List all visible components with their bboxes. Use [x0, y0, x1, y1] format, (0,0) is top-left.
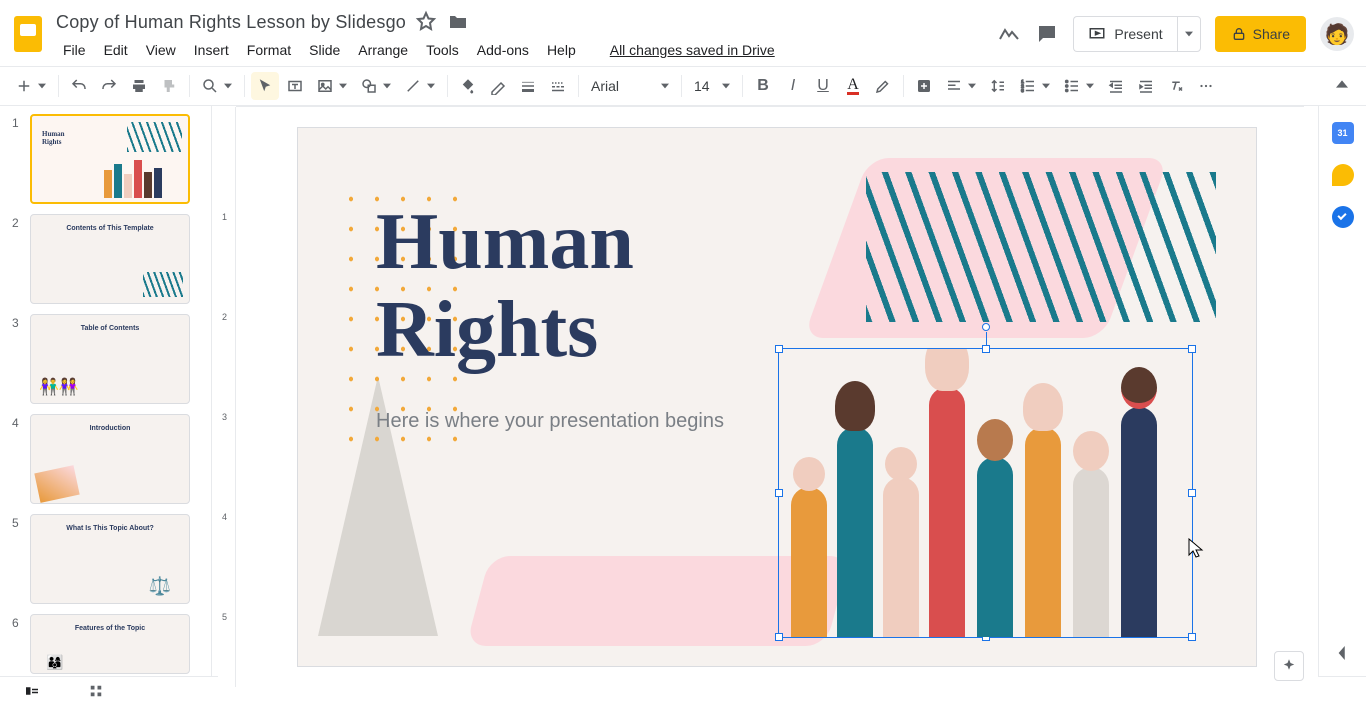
slide-thumb-4[interactable]: Introduction: [30, 414, 190, 504]
comments-icon[interactable]: [1035, 22, 1059, 46]
insertlink-button[interactable]: [910, 72, 938, 100]
redo-button[interactable]: [95, 72, 123, 100]
share-label: Share: [1253, 26, 1290, 42]
clearformat-button[interactable]: [1162, 72, 1190, 100]
decorative-stripes: [866, 172, 1216, 322]
menu-help[interactable]: Help: [540, 38, 583, 62]
numberedlist-dropdown[interactable]: [1042, 77, 1056, 95]
zoom-button[interactable]: [196, 72, 224, 100]
zoom-dropdown[interactable]: [224, 77, 238, 95]
present-dropdown[interactable]: [1177, 16, 1201, 52]
italic-button[interactable]: I: [779, 72, 807, 100]
align-button[interactable]: [940, 72, 968, 100]
textcolor-button[interactable]: A: [839, 72, 867, 100]
borderweight-button[interactable]: [514, 72, 542, 100]
increase-indent-button[interactable]: [1132, 72, 1160, 100]
vertical-ruler[interactable]: 12345: [218, 107, 236, 687]
decrease-indent-button[interactable]: [1102, 72, 1130, 100]
save-status[interactable]: All changes saved in Drive: [603, 38, 782, 62]
underline-button[interactable]: U: [809, 72, 837, 100]
print-button[interactable]: [125, 72, 153, 100]
show-sidepanel-icon[interactable]: [1332, 642, 1354, 664]
slide-title-text[interactable]: Human Rights: [376, 198, 634, 374]
activity-icon[interactable]: [997, 22, 1021, 46]
shape-tool[interactable]: [355, 72, 383, 100]
bulletedlist-dropdown[interactable]: [1086, 77, 1100, 95]
borderdash-button[interactable]: [544, 72, 572, 100]
font-select[interactable]: Arial: [585, 73, 675, 99]
slide-thumb-6[interactable]: Features of the Topic 👨‍👩‍👦: [30, 614, 190, 674]
paintformat-button[interactable]: [155, 72, 183, 100]
share-button[interactable]: Share: [1215, 16, 1306, 52]
bold-button[interactable]: B: [749, 72, 777, 100]
collapse-toolbar-button[interactable]: [1328, 77, 1356, 95]
fillcolor-button[interactable]: [454, 72, 482, 100]
fontsize-value: 14: [694, 78, 710, 94]
side-panel: 31: [1318, 106, 1366, 676]
slide-filmstrip[interactable]: 1 HumanRights 2 Contents of This Templat…: [0, 106, 212, 676]
menu-addons[interactable]: Add-ons: [470, 38, 536, 62]
slide-thumb-1[interactable]: HumanRights: [30, 114, 190, 204]
slides-logo[interactable]: [8, 14, 48, 54]
thumb-number: 1: [12, 114, 30, 204]
image-dropdown[interactable]: [339, 77, 353, 95]
new-slide-button[interactable]: [10, 72, 38, 100]
line-tool[interactable]: [399, 72, 427, 100]
more-button[interactable]: [1192, 72, 1220, 100]
menu-tools[interactable]: Tools: [419, 38, 466, 62]
slide-subtitle-text[interactable]: Here is where your presentation begins: [376, 410, 724, 433]
present-label: Present: [1114, 26, 1162, 42]
linespacing-button[interactable]: [984, 72, 1012, 100]
menu-view[interactable]: View: [139, 38, 183, 62]
shape-dropdown[interactable]: [383, 77, 397, 95]
rotate-handle[interactable]: [982, 323, 990, 331]
menu-format[interactable]: Format: [240, 38, 298, 62]
numberedlist-button[interactable]: 123: [1014, 72, 1042, 100]
undo-button[interactable]: [65, 72, 93, 100]
folder-icon[interactable]: [446, 10, 470, 34]
svg-text:3: 3: [1021, 88, 1024, 93]
new-slide-dropdown[interactable]: [38, 77, 52, 95]
tasks-icon[interactable]: [1332, 206, 1354, 228]
slide-thumb-5[interactable]: What Is This Topic About? ⚖️: [30, 514, 190, 604]
slide-thumb-3[interactable]: Table of Contents 👫👭: [30, 314, 190, 404]
image-tool[interactable]: [311, 72, 339, 100]
menu-arrange[interactable]: Arrange: [351, 38, 415, 62]
slide-canvas[interactable]: Human Rights Here is where your presenta…: [297, 127, 1257, 667]
document-title[interactable]: Copy of Human Rights Lesson by Slidesgo: [56, 12, 406, 33]
selected-image[interactable]: [778, 348, 1193, 638]
calendar-icon[interactable]: 31: [1332, 122, 1354, 144]
grid-view-button[interactable]: [82, 677, 110, 705]
account-avatar[interactable]: 🧑: [1320, 17, 1354, 51]
line-dropdown[interactable]: [427, 77, 441, 95]
bordercolor-button[interactable]: [484, 72, 512, 100]
slide-thumb-2[interactable]: Contents of This Template: [30, 214, 190, 304]
align-dropdown[interactable]: [968, 77, 982, 95]
select-tool[interactable]: [251, 72, 279, 100]
present-button[interactable]: Present: [1073, 16, 1176, 52]
fontsize-select[interactable]: 14: [688, 73, 736, 99]
toolbar: Arial 14 B I U A 123: [0, 66, 1366, 106]
filmstrip-view-button[interactable]: [18, 677, 46, 705]
menu-file[interactable]: File: [56, 38, 93, 62]
textbox-tool[interactable]: [281, 72, 309, 100]
highlight-button[interactable]: [869, 72, 897, 100]
star-icon[interactable]: [414, 10, 438, 34]
bulletedlist-button[interactable]: [1058, 72, 1086, 100]
keep-icon[interactable]: [1332, 164, 1354, 186]
font-select-value: Arial: [591, 78, 619, 94]
explore-button[interactable]: [1274, 651, 1304, 681]
menu-insert[interactable]: Insert: [187, 38, 236, 62]
menubar: File Edit View Insert Format Slide Arran…: [56, 38, 997, 62]
menu-edit[interactable]: Edit: [97, 38, 135, 62]
menu-slide[interactable]: Slide: [302, 38, 347, 62]
